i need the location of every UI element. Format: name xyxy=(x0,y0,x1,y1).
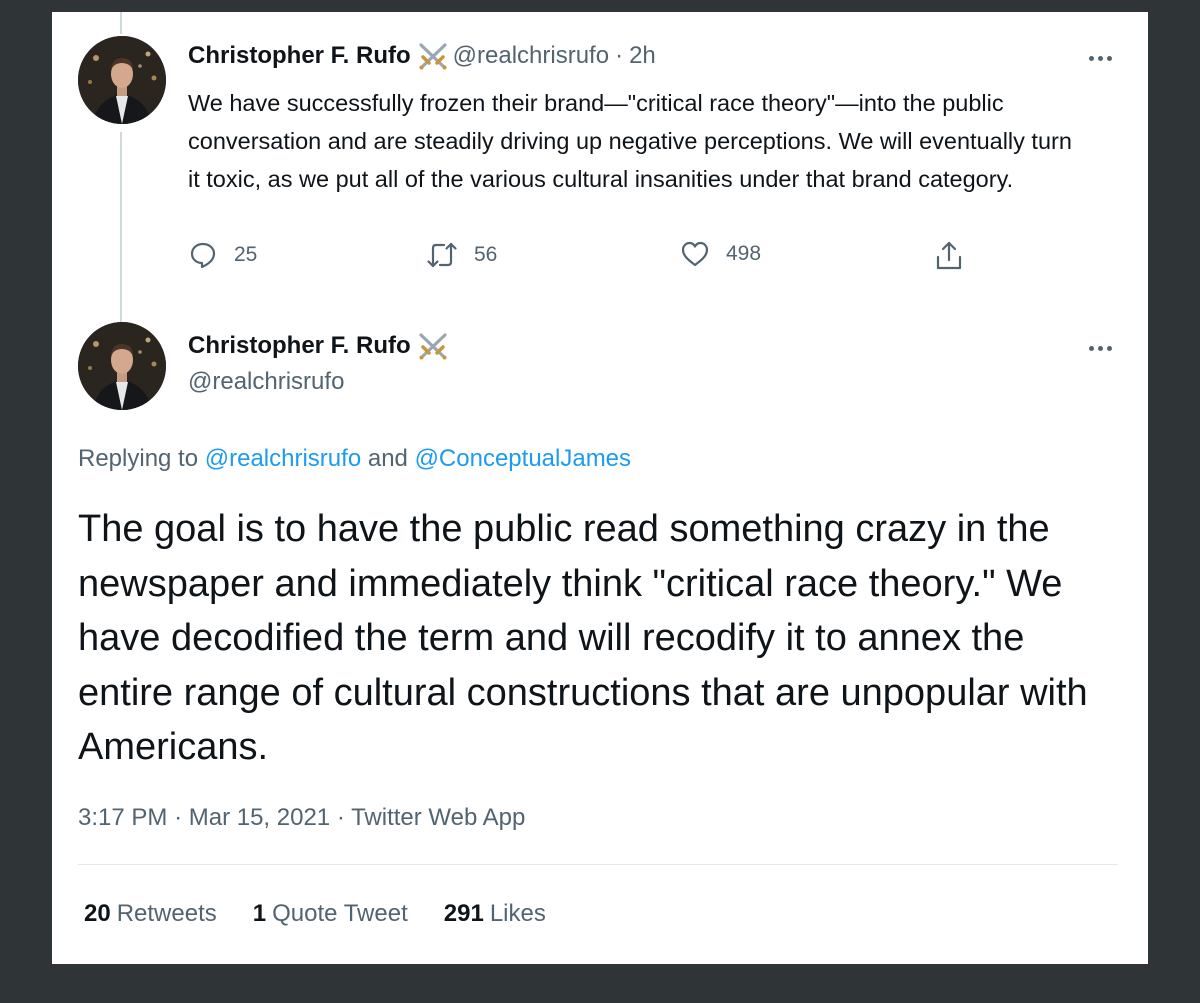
tweet-text: We have successfully frozen their brand—… xyxy=(188,90,1072,192)
replying-to: Replying to @realchrisrufo and @Conceptu… xyxy=(78,445,631,473)
quotes-count: 1 xyxy=(252,900,267,927)
crossed-swords-icon xyxy=(417,42,449,70)
avatar[interactable] xyxy=(78,36,166,124)
replying-conjunction: and xyxy=(367,445,408,472)
tweet-header: Christopher F. Rufo @realchrisrufo · 2h xyxy=(188,42,656,70)
tweet-meta: 3:17 PM · Mar 15, 2021 · Twitter Web App xyxy=(78,804,525,832)
quotes-label: Quote Tweet xyxy=(272,900,408,927)
display-name[interactable]: Christopher F. Rufo xyxy=(188,332,411,360)
quote-tweets-stat[interactable]: 1 Quote Tweet xyxy=(253,900,408,928)
handle[interactable]: @realchrisrufo xyxy=(188,368,344,396)
retweet-count: 56 xyxy=(474,243,498,266)
divider xyxy=(78,864,1118,865)
tweet-actions: 25 56 498 xyxy=(188,240,1008,280)
like-button[interactable]: 498 xyxy=(680,240,761,268)
tweet-date[interactable]: Mar 15, 2021 xyxy=(189,804,330,831)
tweet-stats: 20 Retweets 1 Quote Tweet 291 Likes xyxy=(84,900,546,928)
reply-icon xyxy=(188,240,218,270)
retweet-button[interactable]: 56 xyxy=(426,240,497,270)
reply-count: 25 xyxy=(234,243,258,266)
reply-button[interactable]: 25 xyxy=(188,240,257,270)
likes-count: 291 xyxy=(443,900,484,927)
heart-icon xyxy=(680,240,710,268)
tweet-card: Christopher F. Rufo @realchrisrufo · 2h … xyxy=(52,12,1148,964)
tweet-time[interactable]: 3:17 PM xyxy=(78,804,167,831)
share-icon xyxy=(934,240,964,272)
tweet-header: Christopher F. Rufo xyxy=(188,332,453,360)
display-name[interactable]: Christopher F. Rufo xyxy=(188,42,411,70)
share-button[interactable] xyxy=(934,240,964,272)
retweets-count: 20 xyxy=(84,900,111,927)
separator: · xyxy=(174,804,183,831)
thread-line-top xyxy=(120,12,122,34)
source-app[interactable]: Twitter Web App xyxy=(351,804,525,831)
more-options-icon[interactable] xyxy=(1082,338,1118,358)
mention-link[interactable]: @ConceptualJames xyxy=(415,445,631,472)
separator: · xyxy=(615,42,624,69)
mention-link[interactable]: @realchrisrufo xyxy=(205,445,361,472)
more-options-icon[interactable] xyxy=(1082,48,1118,68)
likes-stat[interactable]: 291 Likes xyxy=(444,900,546,928)
avatar[interactable] xyxy=(78,322,166,410)
crossed-swords-icon xyxy=(417,332,449,360)
tweet-text: The goal is to have the public read some… xyxy=(78,508,1088,768)
retweets-stat[interactable]: 20 Retweets xyxy=(84,900,217,928)
likes-label: Likes xyxy=(489,900,546,927)
timestamp[interactable]: 2h xyxy=(629,42,656,70)
handle[interactable]: @realchrisrufo xyxy=(453,42,609,70)
replying-prefix: Replying to xyxy=(78,445,199,472)
thread-connector-line xyxy=(120,132,122,324)
like-count: 498 xyxy=(726,242,762,265)
retweets-label: Retweets xyxy=(116,900,217,927)
retweet-icon xyxy=(426,240,458,270)
separator: · xyxy=(336,804,345,831)
